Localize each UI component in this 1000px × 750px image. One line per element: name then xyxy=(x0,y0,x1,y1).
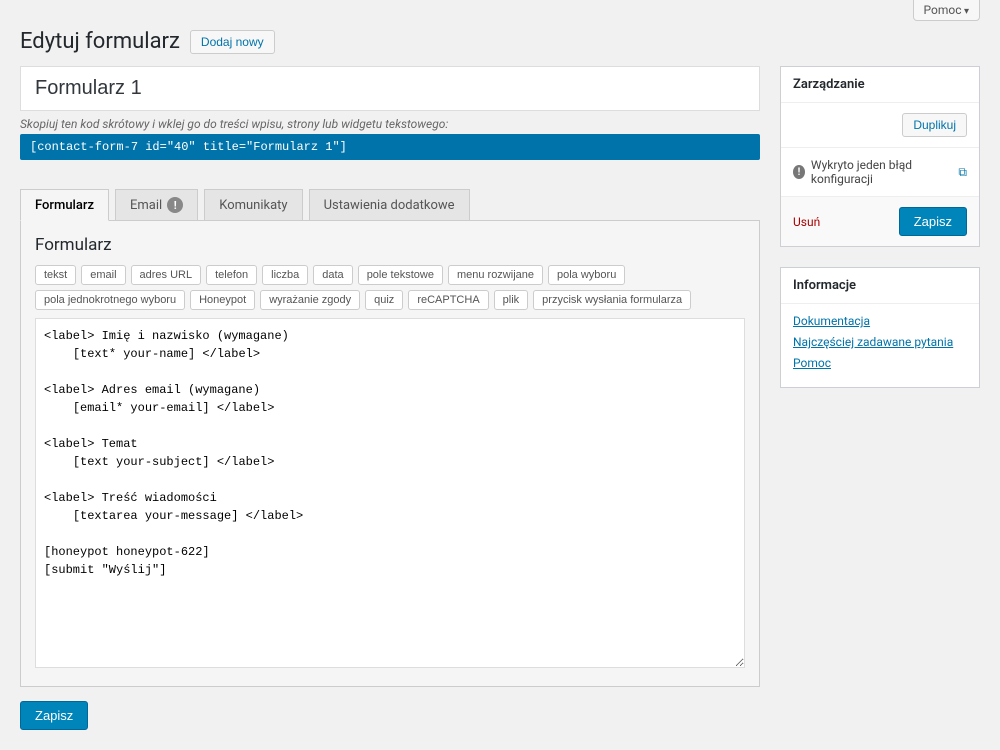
tag-button[interactable]: quiz xyxy=(365,290,403,310)
info-link[interactable]: Dokumentacja xyxy=(793,314,870,328)
tag-button[interactable]: przycisk wysłania formularza xyxy=(533,290,691,310)
save-button-side[interactable]: Zapisz xyxy=(899,207,967,236)
tab-messages[interactable]: Komunikaty xyxy=(204,189,302,221)
tag-generator-row: tekstemail adres URLtelefonliczbadata pole… xyxy=(35,265,745,310)
warning-icon: ! xyxy=(167,197,183,213)
tag-button[interactable]: tekst xyxy=(35,265,76,285)
info-heading: Informacje xyxy=(781,268,979,304)
tag-button[interactable]: pole tekstowe xyxy=(358,265,443,285)
config-error-text: Wykryto jeden błąd konfiguracji xyxy=(811,158,953,186)
tag-button[interactable]: adres URL xyxy=(131,265,202,285)
tag-button[interactable]: pola jednokrotnego wyboru xyxy=(35,290,185,310)
tag-button[interactable]: wyrażanie zgody xyxy=(260,290,360,310)
shortcode-code[interactable]: [contact-form-7 id="40" title="Formularz… xyxy=(20,134,760,160)
duplicate-button[interactable]: Duplikuj xyxy=(902,113,967,137)
tag-button[interactable]: telefon xyxy=(206,265,257,285)
tag-button[interactable]: plik xyxy=(494,290,529,310)
tag-button[interactable]: email xyxy=(81,265,125,285)
config-error-notice[interactable]: ! Wykryto jeden błąd konfiguracji ⧉ xyxy=(781,148,979,196)
tag-button[interactable]: liczba xyxy=(262,265,308,285)
manage-heading: Zarządzanie xyxy=(781,67,979,103)
error-icon: ! xyxy=(793,165,805,179)
form-title-input[interactable] xyxy=(20,66,760,111)
screen-options-toggle[interactable]: Pomoc xyxy=(913,0,981,21)
editor-tabs: Formularz Email ! Komunikaty Ustawienia … xyxy=(20,189,760,221)
tab-additional[interactable]: Ustawienia dodatkowe xyxy=(309,189,470,221)
save-button-bottom[interactable]: Zapisz xyxy=(20,701,88,730)
add-new-button[interactable]: Dodaj nowy xyxy=(190,30,275,54)
tag-button[interactable]: data xyxy=(313,265,352,285)
page-title: Edytuj formularz xyxy=(20,29,180,54)
info-link[interactable]: Pomoc xyxy=(793,356,831,370)
shortcode-label: Skopiuj ten kod skrótowy i wklej go do t… xyxy=(20,117,760,131)
tag-button[interactable]: reCAPTCHA xyxy=(408,290,488,310)
tag-button[interactable]: pola wyboru xyxy=(548,265,625,285)
form-editor-textarea[interactable] xyxy=(35,318,745,668)
tag-button[interactable]: menu rozwijane xyxy=(448,265,543,285)
tab-email-label: Email xyxy=(130,198,162,213)
tab-email[interactable]: Email ! xyxy=(115,189,198,221)
info-box: Informacje Dokumentacja Najczęściej zadaw… xyxy=(780,267,980,388)
panel-heading: Formularz xyxy=(35,235,745,255)
form-panel: Formularz tekstemail adres URLtelefonlicz… xyxy=(20,220,760,687)
info-link[interactable]: Najczęściej zadawane pytania xyxy=(793,335,953,349)
manage-box: Zarządzanie Duplikuj ! Wykryto jeden błą… xyxy=(780,66,980,247)
delete-link[interactable]: Usuń xyxy=(793,215,820,229)
tab-form[interactable]: Formularz xyxy=(20,189,109,221)
tag-button[interactable]: Honeypot xyxy=(190,290,255,310)
external-link-icon: ⧉ xyxy=(958,165,967,180)
